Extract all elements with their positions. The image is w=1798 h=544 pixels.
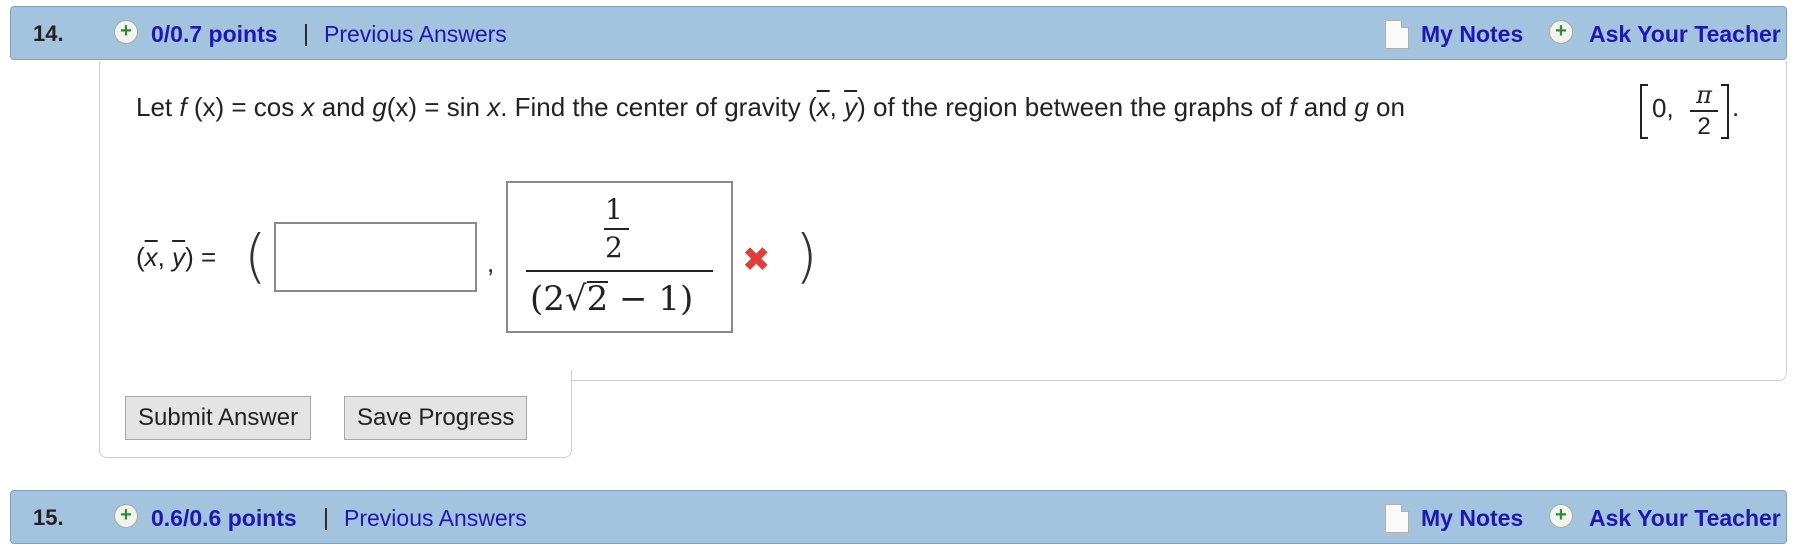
question-text: Let f (x) = cos x and g(x) = sin x. Find… xyxy=(136,92,1405,122)
my-notes-link[interactable]: My Notes xyxy=(1421,505,1523,532)
question-number: 14. xyxy=(33,21,64,46)
incorrect-icon: ✖ xyxy=(742,241,771,279)
note-icon[interactable] xyxy=(1385,504,1409,533)
submit-answer-button[interactable]: Submit Answer xyxy=(125,396,312,440)
my-notes-link[interactable]: My Notes xyxy=(1421,21,1523,48)
x-answer-input[interactable] xyxy=(274,222,477,292)
note-icon[interactable] xyxy=(1385,20,1409,49)
plus-icon[interactable]: + xyxy=(114,504,138,528)
previous-answers-link[interactable]: Previous Answers xyxy=(344,505,527,532)
save-progress-button[interactable]: Save Progress xyxy=(344,396,528,440)
points-link[interactable]: 0.6/0.6 points xyxy=(151,505,297,532)
plus-icon[interactable]: + xyxy=(114,20,138,44)
question-header: 14. + 0/0.7 points | Previous Answers My… xyxy=(10,6,1787,60)
question-header: 15. + 0.6/0.6 points | Previous Answers … xyxy=(10,490,1787,544)
comma: , xyxy=(487,248,495,278)
separator: | xyxy=(323,504,329,530)
y-answer-input[interactable]: 1 2 (2√2 − 1) xyxy=(506,181,733,333)
points-link[interactable]: 0/0.7 points xyxy=(151,21,278,48)
answer-label: (x, y) = xyxy=(136,242,217,272)
plus-icon[interactable]: + xyxy=(1549,504,1573,528)
separator: | xyxy=(303,20,309,46)
interval-notation: 0, π 2 . xyxy=(1640,82,1750,144)
plus-icon[interactable]: + xyxy=(1549,20,1573,44)
previous-answers-link[interactable]: Previous Answers xyxy=(324,21,507,48)
open-paren: ( xyxy=(244,222,267,290)
close-paren: ) xyxy=(795,222,818,290)
ask-teacher-link[interactable]: Ask Your Teacher xyxy=(1589,505,1781,532)
ask-teacher-link[interactable]: Ask Your Teacher xyxy=(1589,21,1781,48)
question-number: 15. xyxy=(33,505,64,530)
